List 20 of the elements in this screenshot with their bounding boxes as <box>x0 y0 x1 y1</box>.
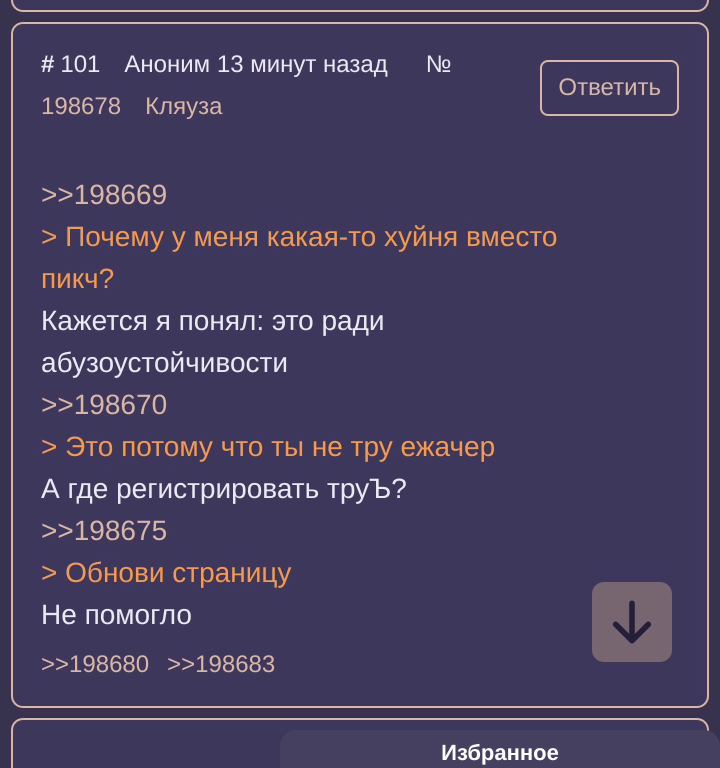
quote-text: > Обнови страницу <box>41 556 292 590</box>
reply-button[interactable]: Ответить <box>540 60 679 116</box>
author-time: Аноним 13 минут назад <box>124 50 388 80</box>
hash-sign: # <box>41 51 54 78</box>
scroll-down-button[interactable] <box>592 582 672 662</box>
reply-link[interactable]: >>198670 <box>41 384 599 426</box>
post-id[interactable]: 198678 <box>41 90 122 124</box>
post-text: Не помогло <box>41 598 193 632</box>
quote-text: > Почему у меня какая-то хуйня вместо пикч? <box>41 220 558 296</box>
post-text: А где регистрировать труЪ? <box>41 472 408 506</box>
post-text: Кажется я понял: это ради абузоустойчивости <box>41 304 386 380</box>
reply-link[interactable]: >>198675 <box>41 510 599 552</box>
reply-link[interactable]: >>198669 <box>41 174 599 216</box>
favorites-tab[interactable]: Избранное <box>280 730 720 768</box>
number-sign: № <box>426 50 452 80</box>
reply-link[interactable]: >>198683 <box>167 648 276 682</box>
post-tag: Кляуза <box>145 90 222 124</box>
quote-text: > Это потому что ты не тру ежачер <box>41 430 496 464</box>
reply-link[interactable]: >>198680 <box>41 648 150 682</box>
post-number: 101 <box>60 51 100 78</box>
